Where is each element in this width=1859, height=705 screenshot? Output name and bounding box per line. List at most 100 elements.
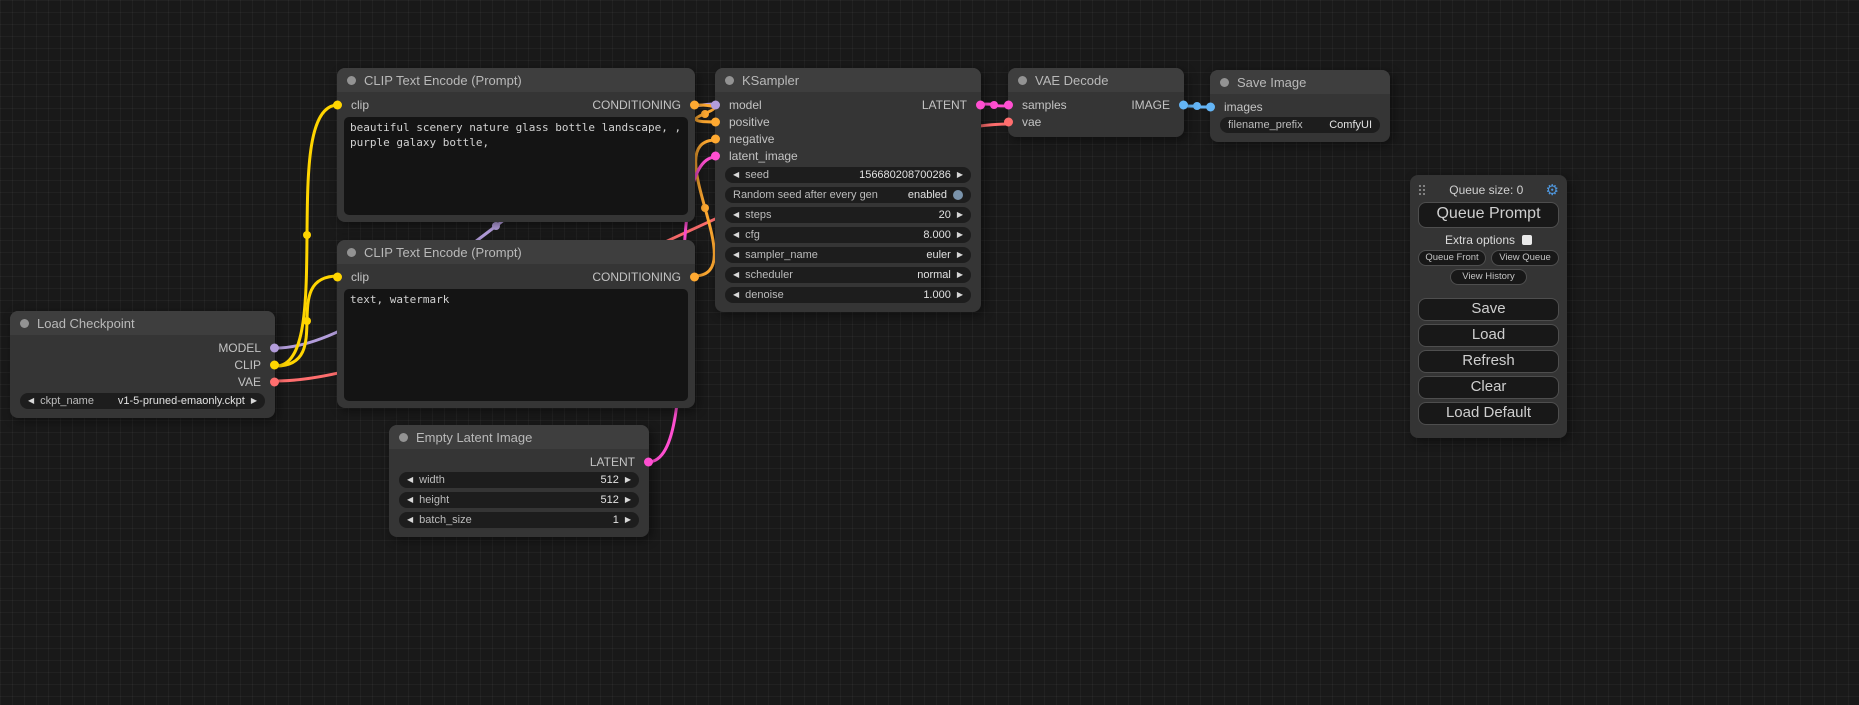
negative-input-slot[interactable] (711, 134, 720, 143)
collapse-dot-icon[interactable] (725, 76, 734, 85)
clip-output-slot[interactable] (270, 360, 279, 369)
widget-label: steps (745, 209, 771, 221)
sampler-name-widget[interactable]: ◀ sampler_name euler ▶ (725, 247, 971, 263)
widget-label: scheduler (745, 269, 793, 281)
latent-image-input-slot[interactable] (711, 151, 720, 160)
toggle-icon[interactable] (953, 190, 963, 200)
arrow-right-icon[interactable]: ▶ (251, 397, 257, 405)
queue-front-button[interactable]: Queue Front (1418, 250, 1486, 266)
refresh-button[interactable]: Refresh (1418, 350, 1559, 373)
save-button[interactable]: Save (1418, 298, 1559, 321)
clip-input-slot[interactable] (333, 100, 342, 109)
filename-prefix-widget[interactable]: filename_prefix ComfyUI (1220, 117, 1380, 133)
node-empty-latent-image[interactable]: Empty Latent Image LATENT ◀ width 512 ▶ … (389, 425, 649, 537)
arrow-left-icon[interactable]: ◀ (407, 496, 413, 504)
clip-input-slot[interactable] (333, 272, 342, 281)
collapse-dot-icon[interactable] (347, 248, 356, 257)
arrow-left-icon[interactable]: ◀ (733, 251, 739, 259)
image-output-slot[interactable] (1179, 100, 1188, 109)
view-history-button[interactable]: View History (1450, 269, 1527, 285)
conditioning-output-slot[interactable] (690, 100, 699, 109)
arrow-left-icon[interactable]: ◀ (28, 397, 34, 405)
node-title-bar[interactable]: Load Checkpoint (10, 311, 275, 335)
vae-output-slot[interactable] (270, 377, 279, 386)
vae-input-slot[interactable] (1004, 117, 1013, 126)
images-input-slot[interactable] (1206, 102, 1215, 111)
slot-row: positive (715, 113, 981, 130)
node-title-bar[interactable]: VAE Decode (1008, 68, 1184, 92)
arrow-right-icon[interactable]: ▶ (625, 476, 631, 484)
extra-options-checkbox[interactable] (1522, 235, 1532, 245)
collapse-dot-icon[interactable] (1220, 78, 1229, 87)
arrow-right-icon[interactable]: ▶ (957, 211, 963, 219)
image-output-label: IMAGE (1131, 98, 1184, 112)
arrow-left-icon[interactable]: ◀ (733, 231, 739, 239)
arrow-left-icon[interactable]: ◀ (733, 211, 739, 219)
arrow-left-icon[interactable]: ◀ (733, 271, 739, 279)
prompt-textarea[interactable]: text, watermark (344, 289, 688, 401)
clear-button[interactable]: Clear (1418, 376, 1559, 399)
node-clip-text-encode-positive[interactable]: CLIP Text Encode (Prompt) clip CONDITION… (337, 68, 695, 222)
collapse-dot-icon[interactable] (399, 433, 408, 442)
node-title-bar[interactable]: CLIP Text Encode (Prompt) (337, 240, 695, 264)
arrow-left-icon[interactable]: ◀ (733, 171, 739, 179)
arrow-right-icon[interactable]: ▶ (957, 251, 963, 259)
model-output-slot[interactable] (270, 343, 279, 352)
widget-value: 512 (600, 474, 618, 486)
samples-input-slot[interactable] (1004, 100, 1013, 109)
arrow-right-icon[interactable]: ▶ (625, 496, 631, 504)
node-title-bar[interactable]: Save Image (1210, 70, 1390, 94)
node-load-checkpoint[interactable]: Load Checkpoint MODEL CLIP VAE ◀ ckpt_na… (10, 311, 275, 418)
denoise-widget[interactable]: ◀ denoise 1.000 ▶ (725, 287, 971, 303)
gear-icon[interactable]: ⚙ (1546, 183, 1559, 198)
arrow-right-icon[interactable]: ▶ (957, 271, 963, 279)
conditioning-output-slot[interactable] (690, 272, 699, 281)
ckpt-name-widget[interactable]: ◀ ckpt_name v1-5-pruned-emaonly.ckpt ▶ (20, 393, 265, 409)
widget-label: cfg (745, 229, 760, 241)
cfg-widget[interactable]: ◀ cfg 8.000 ▶ (725, 227, 971, 243)
arrow-left-icon[interactable]: ◀ (407, 516, 413, 524)
collapse-dot-icon[interactable] (1018, 76, 1027, 85)
batch-size-widget[interactable]: ◀ batch_size 1 ▶ (399, 512, 639, 528)
load-default-button[interactable]: Load Default (1418, 402, 1559, 425)
width-widget[interactable]: ◀ width 512 ▶ (399, 472, 639, 488)
drag-handle-icon[interactable] (1418, 184, 1427, 196)
node-title-bar[interactable]: KSampler (715, 68, 981, 92)
link-midpoint-dot (303, 231, 311, 239)
scheduler-widget[interactable]: ◀ scheduler normal ▶ (725, 267, 971, 283)
widget-label: denoise (745, 289, 784, 301)
arrow-right-icon[interactable]: ▶ (957, 291, 963, 299)
node-save-image[interactable]: Save Image images filename_prefix ComfyU… (1210, 70, 1390, 142)
node-title-bar[interactable]: Empty Latent Image (389, 425, 649, 449)
node-vae-decode[interactable]: VAE Decode samples IMAGE vae (1008, 68, 1184, 137)
node-graph-canvas[interactable]: Load Checkpoint MODEL CLIP VAE ◀ ckpt_na… (0, 0, 1859, 705)
arrow-left-icon[interactable]: ◀ (733, 291, 739, 299)
arrow-right-icon[interactable]: ▶ (957, 231, 963, 239)
model-input-slot[interactable] (711, 100, 720, 109)
load-button[interactable]: Load (1418, 324, 1559, 347)
latent-output-slot[interactable] (976, 100, 985, 109)
node-ksampler[interactable]: KSampler model LATENT positive negative … (715, 68, 981, 312)
node-title: Load Checkpoint (37, 316, 135, 331)
spacer (1418, 287, 1559, 295)
latent-output-slot[interactable] (644, 457, 653, 466)
widget-value: v1-5-pruned-emaonly.ckpt (118, 395, 245, 407)
positive-input-slot[interactable] (711, 117, 720, 126)
extra-options-label: Extra options (1445, 233, 1515, 247)
arrow-left-icon[interactable]: ◀ (407, 476, 413, 484)
collapse-dot-icon[interactable] (20, 319, 29, 328)
steps-widget[interactable]: ◀ steps 20 ▶ (725, 207, 971, 223)
collapse-dot-icon[interactable] (347, 76, 356, 85)
widget-value: 20 (939, 209, 951, 221)
height-widget[interactable]: ◀ height 512 ▶ (399, 492, 639, 508)
arrow-right-icon[interactable]: ▶ (625, 516, 631, 524)
queue-prompt-button[interactable]: Queue Prompt (1418, 202, 1559, 228)
node-clip-text-encode-negative[interactable]: CLIP Text Encode (Prompt) clip CONDITION… (337, 240, 695, 408)
random-seed-widget[interactable]: Random seed after every gen enabled (725, 187, 971, 203)
widget-label: Random seed after every gen (733, 189, 878, 201)
arrow-right-icon[interactable]: ▶ (957, 171, 963, 179)
view-queue-button[interactable]: View Queue (1491, 250, 1559, 266)
node-title-bar[interactable]: CLIP Text Encode (Prompt) (337, 68, 695, 92)
prompt-textarea[interactable]: beautiful scenery nature glass bottle la… (344, 117, 688, 215)
seed-widget[interactable]: ◀ seed 156680208700286 ▶ (725, 167, 971, 183)
